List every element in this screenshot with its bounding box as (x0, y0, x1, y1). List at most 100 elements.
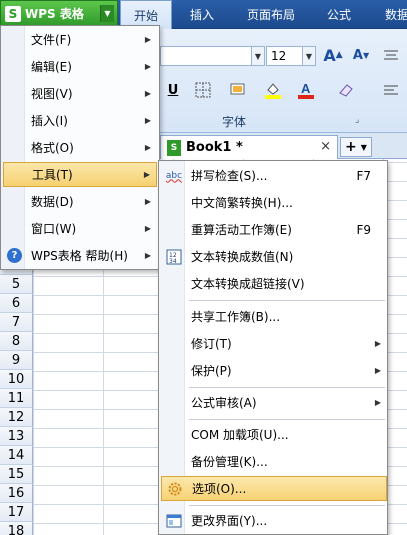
row-header[interactable]: 18 (0, 522, 33, 535)
wps-logo-icon: S (5, 5, 21, 22)
menu-item-change-interface[interactable]: 更改界面(Y)... (161, 508, 387, 533)
menu-item-options[interactable]: 选项(O)... (161, 476, 387, 501)
menu-item-label: 数据(D) (31, 195, 74, 209)
grow-font-icon[interactable]: A ▲ (322, 44, 344, 66)
menu-item-share-workbook[interactable]: 共享工作簿(B)... (161, 304, 387, 329)
menu-item-label: 重算活动工作簿(E) (191, 223, 292, 237)
fill-color-icon[interactable] (262, 79, 284, 101)
spell-check-icon: abc (165, 170, 183, 181)
menu-item-label: 拼写检查(S)... (191, 169, 268, 183)
row-header[interactable]: 14 (0, 446, 33, 465)
row-header[interactable]: 8 (0, 332, 33, 351)
menu-item-label: 编辑(E) (31, 60, 72, 74)
menu-item-label: 中文简繁转换(H)... (191, 196, 293, 210)
format-painter-icon[interactable] (227, 79, 249, 101)
align-top-icon[interactable] (380, 44, 402, 66)
row-header[interactable]: 5 (0, 275, 33, 294)
font-name-dropdown-icon[interactable]: ▼ (251, 46, 265, 66)
menu-item-label: 公式审核(A) (191, 396, 257, 410)
font-color-icon[interactable]: A (295, 79, 317, 101)
menu-item-label: 选项(O)... (192, 482, 247, 496)
svg-text:A: A (301, 81, 311, 96)
menu-item-label: 修订(T) (191, 337, 232, 351)
menu-item-label: 插入(I) (31, 114, 68, 128)
menu-item-protect[interactable]: 保护(P) ▶ (161, 358, 387, 383)
text-to-number-icon: 12 34 (166, 249, 182, 265)
menu-item-label: 文本转换成数值(N) (191, 250, 294, 264)
submenu-arrow-icon: ▶ (144, 143, 151, 152)
menu-item-spell-check[interactable]: abc 拼写检查(S)... F7 (161, 163, 387, 188)
svg-text:34: 34 (169, 258, 177, 265)
help-icon: ? (7, 248, 22, 263)
tab-book1[interactable]: S Book1 * × (160, 135, 338, 159)
app-menu-dropdown-icon[interactable]: ▼ (100, 5, 114, 22)
new-tab-button[interactable]: + ▼ (340, 137, 372, 157)
submenu-arrow-icon: ▶ (144, 197, 151, 206)
wps-app-menu-button[interactable]: S WPS 表格 ▼ (0, 0, 118, 27)
menu-separator (189, 419, 385, 420)
row-header[interactable]: 9 (0, 351, 33, 370)
align-left-icon[interactable] (380, 79, 402, 101)
menu-item-label: WPS表格 帮助(H) (31, 249, 128, 263)
submenu-arrow-icon: ▶ (374, 339, 381, 348)
row-header[interactable]: 13 (0, 427, 33, 446)
menu-item-file[interactable]: 文件(F) ▶ (3, 27, 157, 52)
borders-icon[interactable] (192, 79, 214, 101)
row-header[interactable]: 10 (0, 370, 33, 389)
menu-item-label: 保护(P) (191, 364, 232, 378)
font-dialog-launcher-icon[interactable]: ⌟ (355, 115, 359, 125)
menu-item-revisions[interactable]: 修订(T) ▶ (161, 331, 387, 356)
menu-item-text-to-number[interactable]: 12 34 文本转换成数值(N) (161, 244, 387, 269)
submenu-arrow-icon: ▶ (374, 398, 381, 407)
tab-formulas[interactable]: 公式 (314, 0, 364, 29)
row-header[interactable]: 6 (0, 294, 33, 313)
menu-item-edit[interactable]: 编辑(E) ▶ (3, 54, 157, 79)
tab-data[interactable]: 数据 (372, 0, 407, 29)
tab-insert[interactable]: 插入 (176, 0, 228, 29)
menu-item-window[interactable]: 窗口(W) ▶ (3, 216, 157, 241)
close-tab-icon[interactable]: × (320, 139, 331, 154)
menu-item-insert[interactable]: 插入(I) ▶ (3, 108, 157, 133)
menu-item-recalculate[interactable]: 重算活动工作簿(E) F9 (161, 217, 387, 242)
row-header[interactable]: 12 (0, 408, 33, 427)
menu-item-label: COM 加载项(U)... (191, 428, 289, 442)
menu-item-tools[interactable]: 工具(T) ▶ (3, 162, 157, 187)
row-header[interactable]: 11 (0, 389, 33, 408)
font-group-label: 字体 (222, 115, 247, 129)
menu-item-label: 格式(O) (31, 141, 74, 155)
new-tab-dropdown-icon[interactable]: ▼ (361, 143, 367, 152)
menu-item-chinese-convert[interactable]: 中文简繁转换(H)... (161, 190, 387, 215)
submenu-arrow-icon: ▶ (143, 170, 150, 179)
shrink-font-icon[interactable]: A ▼ (350, 44, 372, 66)
row-header[interactable]: 17 (0, 503, 33, 522)
gear-icon (167, 481, 183, 497)
submenu-arrow-icon: ▶ (144, 251, 151, 260)
row-header[interactable]: 16 (0, 484, 33, 503)
menu-item-format[interactable]: 格式(O) ▶ (3, 135, 157, 160)
menu-item-view[interactable]: 视图(V) ▶ (3, 81, 157, 106)
submenu-arrow-icon: ▶ (144, 224, 151, 233)
clear-format-icon[interactable] (335, 79, 357, 101)
font-name-combo[interactable] (160, 46, 265, 66)
row-header[interactable]: 7 (0, 313, 33, 332)
underline-button[interactable]: U (162, 79, 184, 101)
menu-item-backup-manager[interactable]: 备份管理(K)... (161, 449, 387, 474)
spreadsheet-doc-icon: S (167, 139, 181, 156)
menu-item-com-addins[interactable]: COM 加载项(U)... (161, 422, 387, 447)
tab-page-layout[interactable]: 页面布局 (236, 0, 306, 29)
menu-item-formula-audit[interactable]: 公式审核(A) ▶ (161, 390, 387, 415)
menu-item-label: 共享工作簿(B)... (191, 310, 281, 324)
menu-item-label: 更改界面(Y)... (191, 514, 268, 528)
row-header[interactable]: 15 (0, 465, 33, 484)
menu-separator (189, 387, 385, 388)
font-size-dropdown-icon[interactable]: ▼ (302, 46, 316, 66)
submenu-arrow-icon: ▶ (144, 35, 151, 44)
menu-item-label: 工具(T) (32, 168, 73, 182)
menu-item-help[interactable]: ? WPS表格 帮助(H) ▶ (3, 243, 157, 268)
tools-submenu: abc 拼写检查(S)... F7 中文简繁转换(H)... 重算活动工作簿(E… (158, 160, 388, 535)
menu-item-label: 备份管理(K)... (191, 455, 268, 469)
menu-item-text-to-hyperlink[interactable]: 文本转换成超链接(V) (161, 271, 387, 296)
shortcut-key: F7 (356, 168, 371, 183)
menu-item-data[interactable]: 数据(D) ▶ (3, 189, 157, 214)
change-interface-icon (166, 513, 182, 529)
